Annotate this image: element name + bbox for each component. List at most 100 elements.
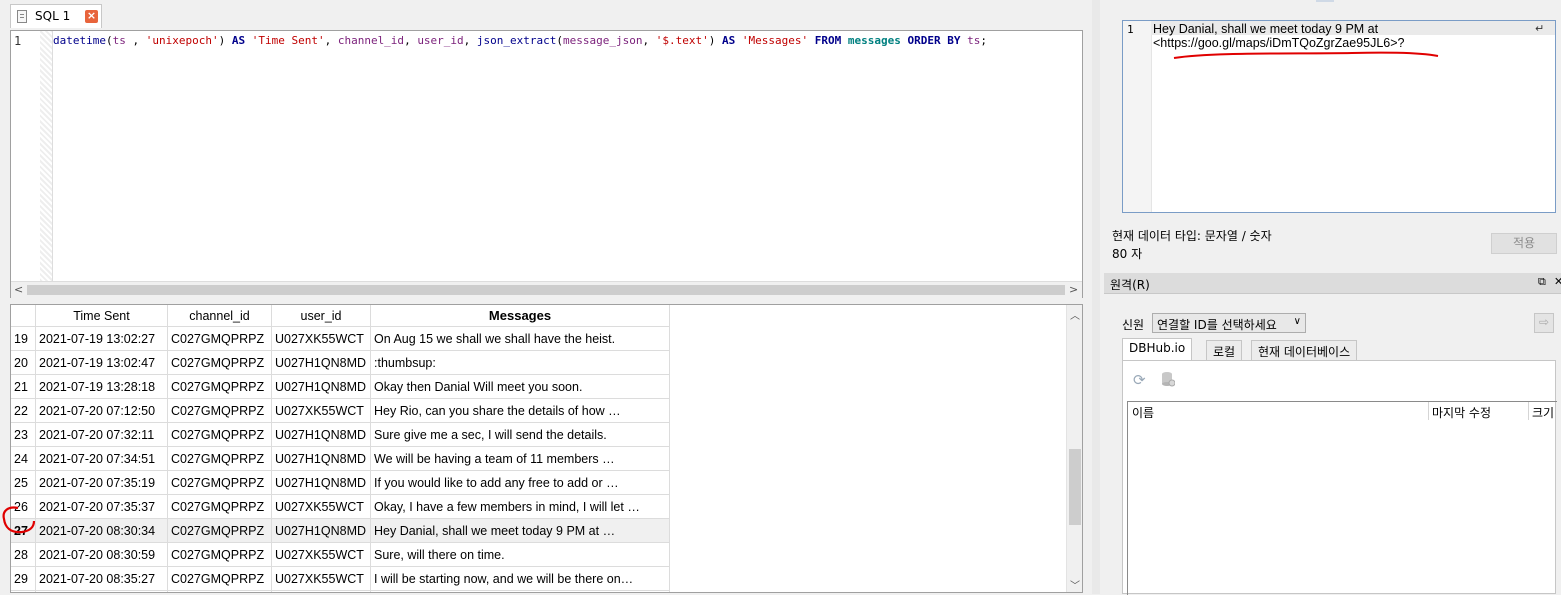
- user-id-cell[interactable]: U027XK55WCT: [271, 566, 371, 591]
- results-vertical-scrollbar[interactable]: ︿ ﹀: [1066, 305, 1082, 592]
- time-sent-cell[interactable]: 2021-07-19 13:02:27: [35, 326, 168, 351]
- time-sent-cell[interactable]: 2021-07-20 07:35:19: [35, 470, 168, 495]
- row-number[interactable]: 29: [11, 566, 36, 591]
- message-cell[interactable]: Hey Danial, shall we meet today 9 PM at …: [370, 518, 670, 543]
- channel-id-cell[interactable]: C027GMQPRPZ: [167, 350, 272, 375]
- user-id-cell[interactable]: U027H1QN8MD: [271, 446, 371, 471]
- time-sent-cell[interactable]: 2021-07-20 07:34:51: [35, 446, 168, 471]
- user-id-cell[interactable]: U027XK55WCT: [271, 398, 371, 423]
- table-row[interactable]: 25 2021-07-20 07:35:19 C027GMQPRPZ U027H1QN…: [11, 470, 670, 495]
- tab-local[interactable]: 로컬: [1206, 340, 1243, 360]
- time-sent-cell[interactable]: 2021-07-20 08:35:32: [35, 590, 168, 592]
- pane-splitter[interactable]: [1092, 0, 1100, 594]
- time-sent-cell[interactable]: 2021-07-19 13:02:47: [35, 350, 168, 375]
- row-number[interactable]: 22: [11, 398, 36, 423]
- table-row[interactable]: 26 2021-07-20 07:35:37 C027GMQPRPZ U027XK55…: [11, 494, 670, 519]
- time-sent-cell[interactable]: 2021-07-19 13:28:18: [35, 374, 168, 399]
- scroll-right-icon[interactable]: >: [1069, 283, 1078, 296]
- user-id-cell[interactable]: U027XK55WCT: [271, 542, 371, 567]
- user-id-cell[interactable]: U027H1QN8MD: [271, 470, 371, 495]
- float-panel-icon[interactable]: ⧉: [1538, 275, 1546, 289]
- channel-id-cell[interactable]: C027GMQPRPZ: [167, 542, 272, 567]
- sql-query-text[interactable]: datetime(ts , 'unixepoch') AS 'Time Sent…: [53, 34, 987, 47]
- time-sent-cell[interactable]: 2021-07-20 07:32:11: [35, 422, 168, 447]
- table-row[interactable]: 22 2021-07-20 07:12:50 C027GMQPRPZ U027XK55…: [11, 398, 670, 423]
- database-icon[interactable]: [1161, 371, 1175, 387]
- table-row[interactable]: 27 2021-07-20 08:30:34 C027GMQPRPZ U027H1QN…: [11, 518, 670, 543]
- close-panel-icon[interactable]: ✕: [1554, 275, 1561, 288]
- channel-id-cell[interactable]: C027GMQPRPZ: [167, 518, 272, 543]
- time-sent-cell[interactable]: 2021-07-20 08:30:59: [35, 542, 168, 567]
- time-sent-cell[interactable]: 2021-07-20 08:35:27: [35, 566, 168, 591]
- identity-select[interactable]: 연결할 ID를 선택하세요 ∨: [1152, 313, 1306, 333]
- column-header-time-sent[interactable]: Time Sent: [35, 305, 168, 327]
- row-number[interactable]: 28: [11, 542, 36, 567]
- tab-dbhub[interactable]: DBHub.io: [1122, 338, 1193, 360]
- apply-button[interactable]: 적용: [1491, 233, 1557, 254]
- channel-id-cell[interactable]: C027GMQPRPZ: [167, 494, 272, 519]
- message-cell[interactable]: Okay then Danial Will meet you soon.: [370, 374, 670, 399]
- row-number[interactable]: 21: [11, 374, 36, 399]
- time-sent-cell[interactable]: 2021-07-20 08:30:34: [35, 518, 168, 543]
- editor-horizontal-scrollbar[interactable]: < >: [11, 281, 1082, 298]
- row-number[interactable]: 30: [11, 590, 36, 592]
- row-number[interactable]: 19: [11, 326, 36, 351]
- table-row[interactable]: 29 2021-07-20 08:35:27 C027GMQPRPZ U027XK55…: [11, 566, 670, 591]
- time-sent-cell[interactable]: 2021-07-20 07:35:37: [35, 494, 168, 519]
- cell-value-editor[interactable]: 1 Hey Danial, shall we meet today 9 PM a…: [1122, 20, 1556, 213]
- user-id-cell[interactable]: U027H1QN8MD: [271, 590, 371, 592]
- table-row[interactable]: 28 2021-07-20 08:30:59 C027GMQPRPZ U027XK55…: [11, 542, 670, 567]
- tab-current-database[interactable]: 현재 데이터베이스: [1251, 340, 1358, 360]
- message-cell[interactable]: :thumbsup:: [370, 350, 670, 375]
- table-row[interactable]: 23 2021-07-20 07:32:11 C027GMQPRPZ U027H1QN…: [11, 422, 670, 447]
- sql-editor[interactable]: 1 datetime(ts , 'unixepoch') AS 'Time Se…: [10, 30, 1083, 298]
- channel-id-cell[interactable]: C027GMQPRPZ: [167, 566, 272, 591]
- table-row[interactable]: 19 2021-07-19 13:02:27 C027GMQPRPZ U027XK55…: [11, 326, 670, 351]
- column-header-messages[interactable]: Messages: [370, 305, 670, 327]
- channel-id-cell[interactable]: C027GMQPRPZ: [167, 326, 272, 351]
- channel-id-cell[interactable]: C027GMQPRPZ: [167, 398, 272, 423]
- user-id-cell[interactable]: U027H1QN8MD: [271, 518, 371, 543]
- column-header-user-id[interactable]: user_id: [271, 305, 371, 327]
- channel-id-cell[interactable]: C027GMQPRPZ: [167, 590, 272, 592]
- column-header-name[interactable]: 이름: [1132, 404, 1154, 421]
- channel-id-cell[interactable]: C027GMQPRPZ: [167, 446, 272, 471]
- channel-id-cell[interactable]: C027GMQPRPZ: [167, 470, 272, 495]
- message-cell[interactable]: On Aug 15 we shall we shall have the hei…: [370, 326, 670, 351]
- message-cell[interactable]: Okay, I have a few members in mind, I wi…: [370, 494, 670, 519]
- message-cell[interactable]: Sure give me a sec, I will send the deta…: [370, 422, 670, 447]
- user-id-cell[interactable]: U027H1QN8MD: [271, 374, 371, 399]
- scrollbar-thumb[interactable]: [27, 285, 1065, 295]
- scrollbar-thumb[interactable]: [1069, 449, 1081, 525]
- user-id-cell[interactable]: U027H1QN8MD: [271, 422, 371, 447]
- time-sent-cell[interactable]: 2021-07-20 07:12:50: [35, 398, 168, 423]
- scroll-down-icon[interactable]: ﹀: [1070, 577, 1080, 592]
- message-cell[interactable]: Sure, will there on time.: [370, 542, 670, 567]
- channel-id-cell[interactable]: C027GMQPRPZ: [167, 422, 272, 447]
- column-header-size[interactable]: 크기: [1532, 404, 1554, 421]
- message-cell[interactable]: If you would like to add any free to add…: [370, 470, 670, 495]
- close-tab-icon[interactable]: ×: [85, 10, 98, 23]
- row-number[interactable]: 23: [11, 422, 36, 447]
- table-row[interactable]: 21 2021-07-19 13:28:18 C027GMQPRPZ U027H1QN…: [11, 374, 670, 399]
- scroll-up-icon[interactable]: ︿: [1070, 307, 1080, 322]
- column-header-channel-id[interactable]: channel_id: [167, 305, 272, 327]
- channel-id-cell[interactable]: C027GMQPRPZ: [167, 374, 272, 399]
- user-id-cell[interactable]: U027XK55WCT: [271, 326, 371, 351]
- refresh-icon[interactable]: ⟳: [1133, 371, 1146, 389]
- message-cell[interactable]: I will be starting now, and we will be t…: [370, 566, 670, 591]
- row-number[interactable]: 25: [11, 470, 36, 495]
- cell-value-text[interactable]: Hey Danial, shall we meet today 9 PM at …: [1153, 22, 1405, 50]
- table-row[interactable]: 302021-07-20 08:35:32C027GMQPRPZU027H1QN…: [11, 590, 670, 592]
- row-number[interactable]: 24: [11, 446, 36, 471]
- results-grid[interactable]: Time Sent channel_id user_id Messages 19…: [10, 304, 1083, 593]
- column-header-last-modified[interactable]: 마지막 수정: [1432, 404, 1491, 421]
- row-number[interactable]: 20: [11, 350, 36, 375]
- user-id-cell[interactable]: U027H1QN8MD: [271, 350, 371, 375]
- message-cell[interactable]: We will be having a team of 11 members …: [370, 446, 670, 471]
- message-cell[interactable]: Hey Rio, can you share the details of ho…: [370, 398, 670, 423]
- table-row[interactable]: 24 2021-07-20 07:34:51 C027GMQPRPZ U027H1QN…: [11, 446, 670, 471]
- tab-sql-1[interactable]: SQL 1 ×: [10, 4, 102, 28]
- user-id-cell[interactable]: U027XK55WCT: [271, 494, 371, 519]
- message-cell[interactable]: Sure.: [370, 590, 670, 592]
